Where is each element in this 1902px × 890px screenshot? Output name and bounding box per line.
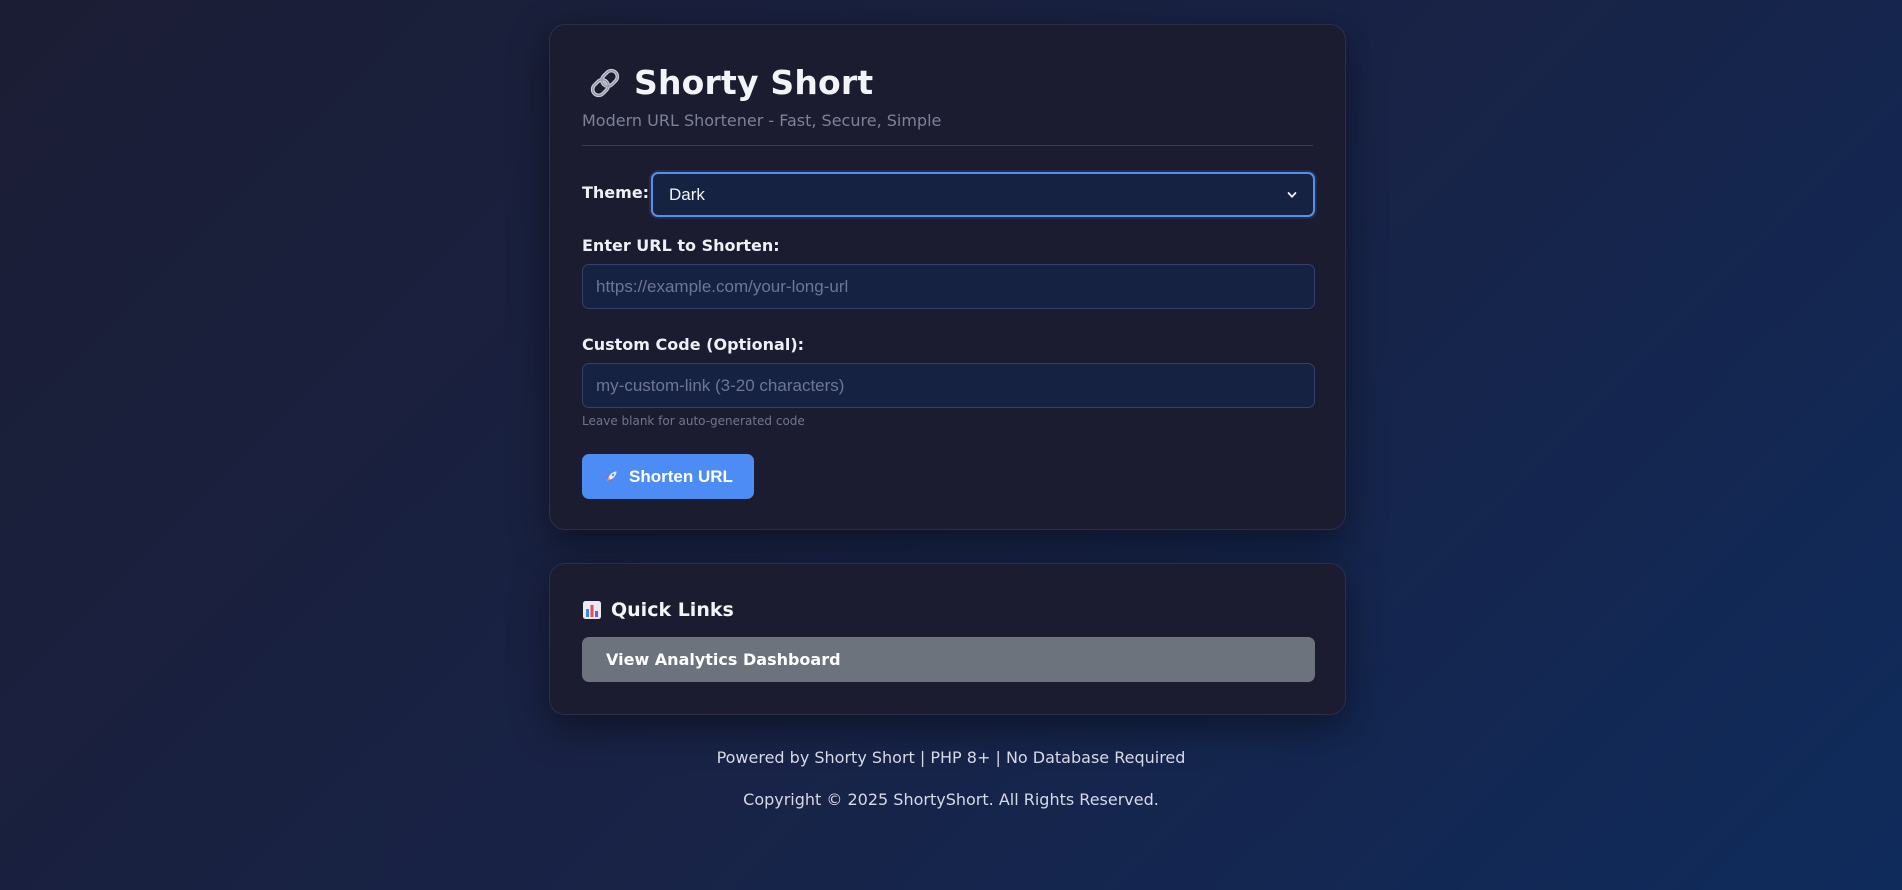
app-header: Shorty Short	[588, 63, 873, 102]
rocket-icon	[606, 471, 617, 482]
shorten-url-button[interactable]: Shorten URL	[582, 454, 754, 499]
analytics-dashboard-label: View Analytics Dashboard	[606, 650, 841, 669]
analytics-dashboard-link[interactable]: View Analytics Dashboard	[582, 637, 1315, 682]
url-label: Enter URL to Shorten:	[582, 236, 780, 255]
custom-code-input[interactable]	[582, 363, 1315, 408]
custom-code-hint: Leave blank for auto-generated code	[582, 414, 805, 428]
theme-select[interactable]: Dark	[651, 172, 1315, 217]
shortener-card: Shorty Short Modern URL Shortener - Fast…	[549, 24, 1346, 530]
quick-links-card: Quick Links View Analytics Dashboard	[549, 563, 1346, 715]
footer-powered-by: Powered by Shorty Short | PHP 8+ | No Da…	[716, 748, 1186, 767]
custom-code-label: Custom Code (Optional):	[582, 335, 805, 354]
quick-links-title: Quick Links	[611, 599, 734, 621]
app-title: Shorty Short	[634, 63, 874, 102]
link-icon	[590, 68, 620, 97]
theme-label: Theme:	[582, 183, 650, 202]
page: Shorty Short Modern URL Shortener - Fast…	[0, 0, 1902, 890]
quick-links-header: Quick Links	[582, 599, 734, 621]
app-subtitle: Modern URL Shortener - Fast, Secure, Sim…	[582, 111, 942, 130]
header-divider	[582, 145, 1313, 146]
chevron-down-icon	[1287, 191, 1297, 198]
footer-copyright: Copyright © 2025 ShortyShort. All Rights…	[743, 790, 1159, 809]
theme-select-value: Dark	[669, 184, 705, 204]
bar-chart-icon	[583, 601, 601, 619]
shorten-url-label: Shorten URL	[629, 466, 733, 486]
url-input[interactable]	[582, 264, 1315, 309]
